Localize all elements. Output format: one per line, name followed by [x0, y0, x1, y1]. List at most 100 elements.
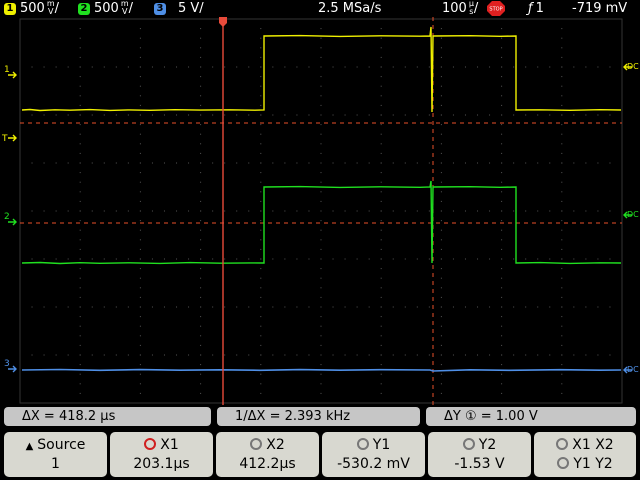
grid-dot	[428, 114, 430, 116]
grid-dot	[501, 28, 503, 30]
grid-dot	[188, 66, 190, 68]
ch1-scale-value: 500	[20, 1, 45, 16]
grid-dot	[513, 66, 515, 68]
grid-dot	[440, 296, 442, 298]
grid-dot	[79, 152, 81, 154]
grid-dot	[440, 143, 442, 145]
grid-dot	[79, 296, 81, 298]
ch2-ground-marker[interactable]: 2	[4, 212, 17, 226]
y1-softkey[interactable]: Y1 -530.2 mV	[322, 432, 425, 477]
grid-dot	[79, 306, 81, 308]
grid-dot	[380, 277, 382, 279]
x1-softkey[interactable]: X1 203.1µs	[110, 432, 213, 477]
grid-dot	[320, 220, 322, 222]
grid-dot	[103, 306, 105, 308]
grid-dot	[380, 28, 382, 30]
grid-dot	[585, 162, 587, 164]
grid-dot	[356, 66, 358, 68]
grid-dot	[344, 66, 346, 68]
grid-dot	[139, 66, 141, 68]
grid-dot	[200, 316, 202, 318]
grid-dot	[440, 104, 442, 106]
grid-dot	[139, 124, 141, 126]
trigger-edge[interactable]: ƒ1	[528, 0, 544, 17]
grid-dot	[501, 239, 503, 241]
grid-dot	[248, 66, 250, 68]
trigger-marker-label: T	[1, 134, 8, 144]
ch3-dc-label: DC	[627, 365, 639, 374]
grid-dot	[236, 354, 238, 356]
grid-dot	[31, 66, 33, 68]
grid-dot	[380, 248, 382, 250]
grid-dot	[79, 172, 81, 174]
timebase-slash: /	[473, 1, 479, 16]
grid-dot	[440, 335, 442, 337]
grid-dot	[428, 354, 430, 356]
grid-dot	[332, 258, 334, 260]
grid-dot	[561, 95, 563, 97]
grid-dot	[320, 37, 322, 39]
source-softkey[interactable]: ▲ Source 1	[4, 432, 107, 477]
grid-dot	[200, 383, 202, 385]
grid-dot	[260, 124, 262, 126]
grid-dot	[200, 66, 202, 68]
grid-dot	[404, 354, 406, 356]
grid-dot	[260, 104, 262, 106]
grid-dot	[139, 220, 141, 222]
grid-dot	[272, 210, 274, 212]
grid-dot	[296, 306, 298, 308]
grid-dot	[380, 210, 382, 212]
grid-dot	[55, 114, 57, 116]
ch1-scale[interactable]: 1 500 m V/	[4, 0, 59, 17]
cursor-pair-softkey[interactable]: X1 X2 Y1 Y2	[534, 432, 636, 477]
grid-dot	[561, 392, 563, 394]
grid-dot	[368, 258, 370, 260]
grid-dot	[573, 210, 575, 212]
grid-dot	[585, 258, 587, 260]
ch2-slash: /	[128, 1, 134, 16]
grid-dot	[127, 210, 129, 212]
grid-dot	[320, 56, 322, 58]
grid-dot	[91, 66, 93, 68]
grid-dot	[356, 114, 358, 116]
grid-dot	[103, 162, 105, 164]
trigger-position-icon[interactable]	[219, 17, 227, 27]
x2-softkey[interactable]: X2 412.2µs	[216, 432, 319, 477]
grid-dot	[585, 66, 587, 68]
grid-dot	[464, 210, 466, 212]
grid-dot	[260, 268, 262, 270]
grid-dot	[344, 162, 346, 164]
grid-dot	[320, 383, 322, 385]
ch3-scale[interactable]: 3 5 V/	[154, 0, 204, 17]
grid-dot	[176, 354, 178, 356]
grid-dot	[440, 162, 442, 164]
trigger-level-marker[interactable]: T	[1, 134, 17, 144]
grid-dot	[224, 258, 226, 260]
timebase[interactable]: 100 µ s/	[442, 0, 478, 17]
grid-dot	[501, 383, 503, 385]
grid-dot	[501, 296, 503, 298]
grid-dot	[561, 296, 563, 298]
grid-dot	[501, 152, 503, 154]
grid-dot	[103, 354, 105, 356]
grid-dot	[296, 114, 298, 116]
ch3-marker-label: 3	[4, 359, 10, 369]
grid-dot	[489, 258, 491, 260]
grid-dot	[200, 210, 202, 212]
waveform-display[interactable]: 1 T 2 3 DC DC DC	[0, 17, 640, 405]
grid-dot	[440, 277, 442, 279]
ch3-ground-marker[interactable]: 3	[4, 359, 17, 373]
stop-icon[interactable]: STOP	[486, 0, 506, 17]
y2-softkey[interactable]: Y2 -1.53 V	[428, 432, 531, 477]
grid-dot	[440, 268, 442, 270]
x1-label: X1	[160, 437, 179, 453]
grid-dot	[115, 258, 117, 260]
ch2-scale[interactable]: 2 500 m V/	[78, 0, 133, 17]
grid-dot	[320, 181, 322, 183]
grid-dot	[320, 95, 322, 97]
grid-dot	[31, 258, 33, 260]
grid-dot	[31, 354, 33, 356]
grid-dot	[115, 306, 117, 308]
grid-dot	[320, 344, 322, 346]
ch1-ground-marker[interactable]: 1	[4, 65, 17, 79]
